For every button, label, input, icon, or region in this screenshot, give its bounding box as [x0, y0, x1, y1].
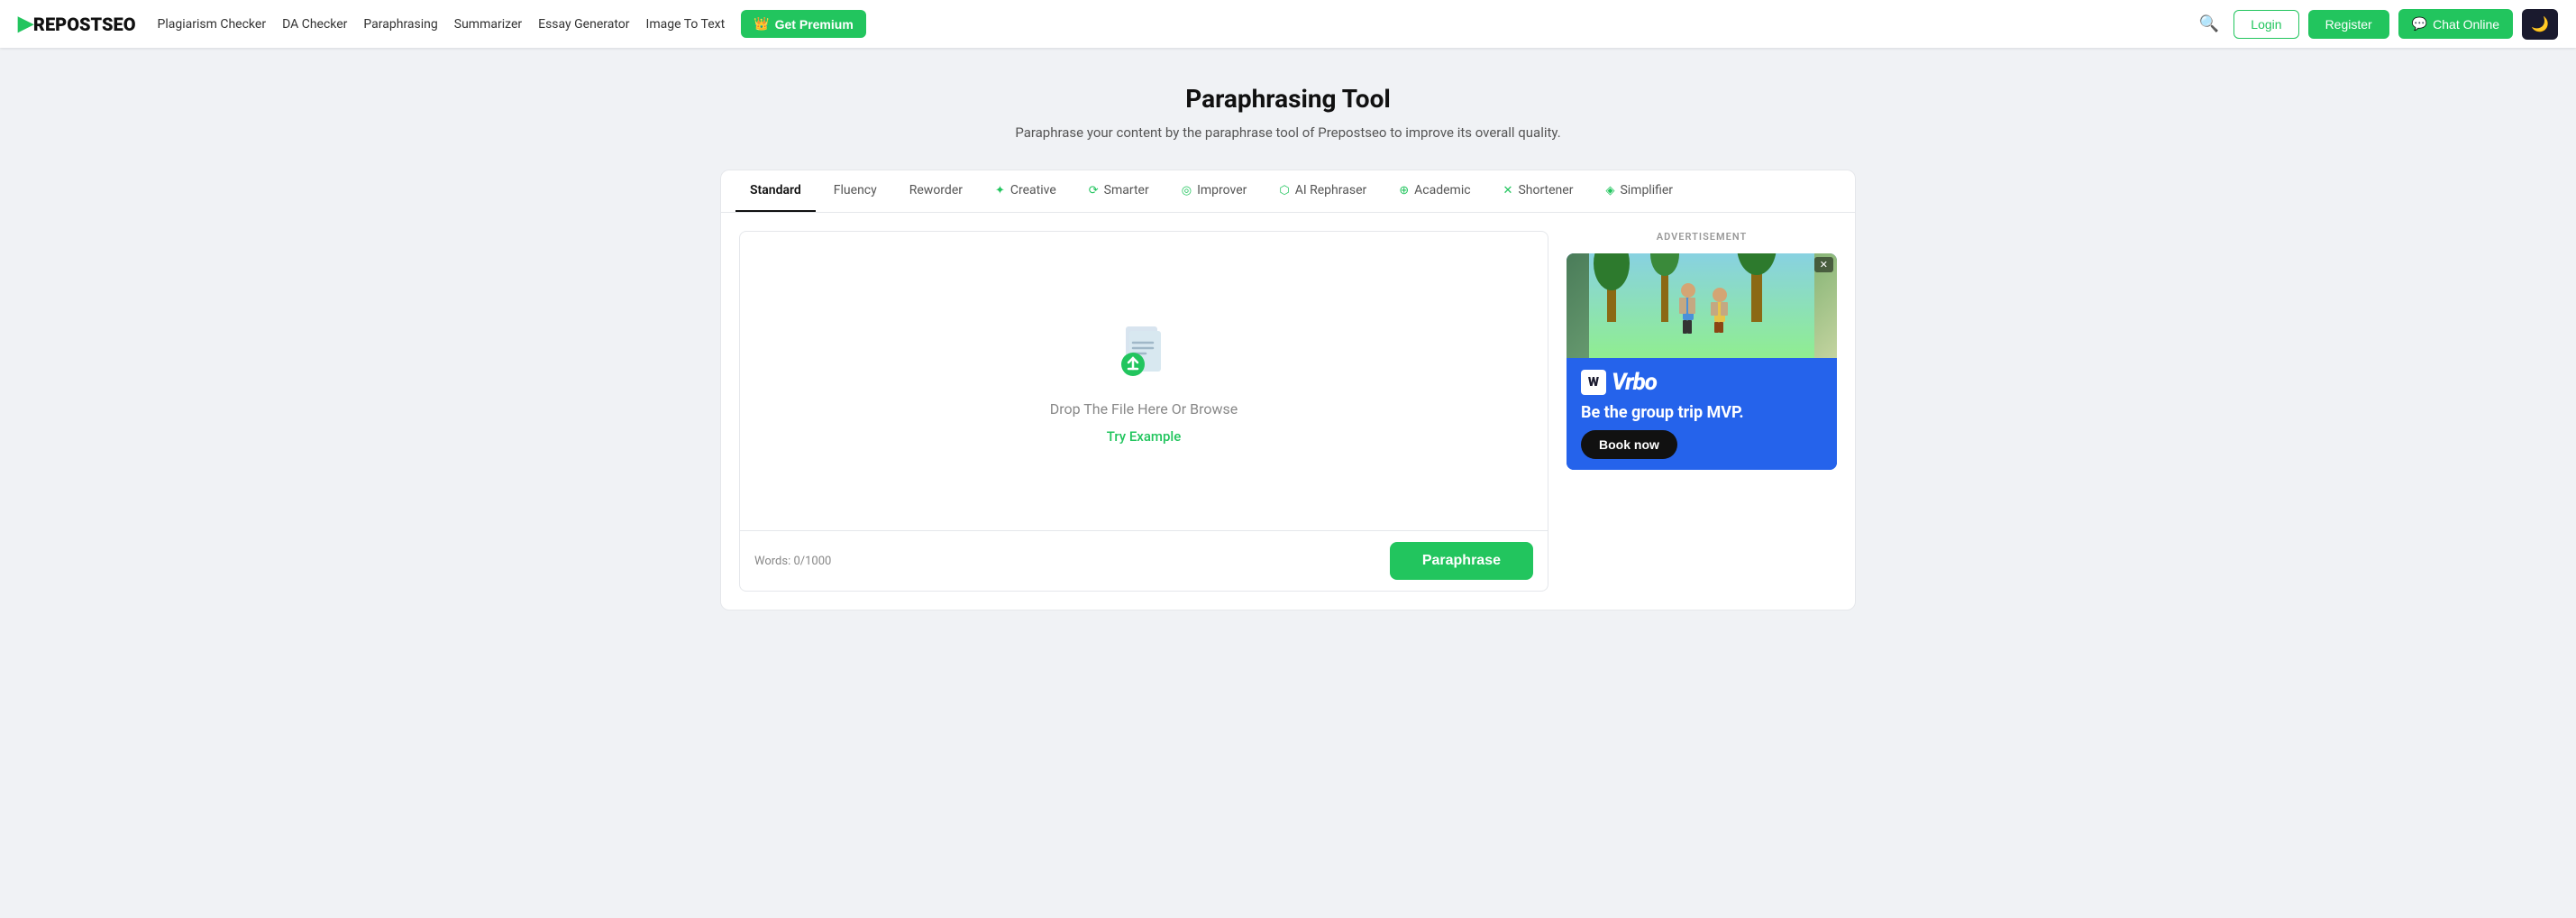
- nav-links: Plagiarism Checker DA Checker Paraphrasi…: [158, 10, 2194, 38]
- search-button[interactable]: 🔍: [2194, 9, 2224, 39]
- page-subtitle: Paraphrase your content by the paraphras…: [720, 124, 1856, 141]
- nav-essay[interactable]: Essay Generator: [538, 17, 629, 32]
- creative-icon: ✦: [995, 184, 1005, 197]
- ad-text-area: W Vrbo Be the group trip MVP. Book now: [1567, 358, 1837, 470]
- tab-fluency-label: Fluency: [834, 183, 877, 197]
- moon-icon: 🌙: [2531, 17, 2549, 32]
- register-button[interactable]: Register: [2308, 10, 2389, 39]
- shortener-icon: ✕: [1503, 184, 1513, 197]
- simplifier-icon: ◈: [1605, 184, 1614, 197]
- search-icon: 🔍: [2199, 14, 2219, 32]
- nav-plagiarism[interactable]: Plagiarism Checker: [158, 17, 267, 32]
- nav-da-checker[interactable]: DA Checker: [282, 17, 347, 32]
- ai-rephraser-icon: ⬡: [1279, 184, 1289, 197]
- tab-smarter-label: Smarter: [1104, 183, 1149, 197]
- drop-text: Drop The File Here Or Browse: [1050, 400, 1238, 418]
- paraphrase-button[interactable]: Paraphrase: [1390, 542, 1533, 580]
- ad-logo-name: Vrbo: [1612, 369, 1657, 396]
- logo-prefix: ▶: [18, 13, 33, 35]
- tab-academic[interactable]: ⊕ Academic: [1384, 170, 1484, 212]
- tab-simplifier[interactable]: ◈ Simplifier: [1591, 170, 1687, 212]
- premium-button[interactable]: 👑 Get Premium: [741, 10, 866, 38]
- ad-photo: ✕: [1567, 253, 1837, 358]
- login-button[interactable]: Login: [2233, 10, 2298, 39]
- tab-simplifier-label: Simplifier: [1620, 183, 1673, 197]
- site-logo[interactable]: ▶ REPOSTSEO: [18, 13, 136, 35]
- ad-photo-bg: [1567, 253, 1837, 358]
- tab-ai-rephraser-label: AI Rephraser: [1295, 183, 1367, 197]
- chat-icon: 💬: [2412, 16, 2427, 32]
- dark-mode-button[interactable]: 🌙: [2522, 9, 2558, 40]
- smarter-icon: ⟳: [1089, 184, 1099, 197]
- tabs-container: Standard Fluency Reworder ✦ Creative ⟳ S…: [720, 170, 1856, 212]
- ad-inner: ✕ W Vrbo Be the group trip MVP. Book now: [1567, 253, 1837, 470]
- ad-label: ADVERTISEMENT: [1567, 231, 1837, 243]
- tab-improver[interactable]: ◎ Improver: [1167, 170, 1262, 212]
- chat-button[interactable]: 💬 Chat Online: [2398, 9, 2513, 39]
- main-container: Paraphrasing Tool Paraphrase your conten…: [702, 48, 1874, 629]
- tab-standard-label: Standard: [750, 183, 801, 197]
- ad-panel: ADVERTISEMENT: [1567, 231, 1837, 592]
- ad-headline: Be the group trip MVP.: [1581, 403, 1822, 423]
- tab-shortener[interactable]: ✕ Shortener: [1489, 170, 1588, 212]
- ad-logo: W Vrbo: [1581, 369, 1822, 396]
- tab-shortener-label: Shortener: [1518, 183, 1573, 197]
- tab-academic-label: Academic: [1414, 183, 1470, 197]
- tab-improver-label: Improver: [1197, 183, 1247, 197]
- crown-icon: 👑: [754, 16, 769, 32]
- panel-footer: Words: 0/1000 Paraphrase: [740, 530, 1548, 591]
- tab-smarter[interactable]: ⟳ Smarter: [1074, 170, 1164, 212]
- ad-photo-svg: [1567, 253, 1837, 358]
- tab-fluency[interactable]: Fluency: [819, 170, 891, 212]
- improver-icon: ◎: [1182, 184, 1192, 197]
- upload-illustration: [1108, 317, 1180, 390]
- ad-close-button[interactable]: ✕: [1814, 257, 1833, 272]
- ad-logo-icon: W: [1581, 370, 1606, 395]
- drop-zone[interactable]: Drop The File Here Or Browse Try Example: [740, 232, 1548, 530]
- academic-icon: ⊕: [1399, 184, 1409, 197]
- input-panel: Drop The File Here Or Browse Try Example…: [739, 231, 1548, 592]
- tab-ai-rephraser[interactable]: ⬡ AI Rephraser: [1265, 170, 1381, 212]
- word-count: Words: 0/1000: [754, 555, 831, 568]
- tab-reworder[interactable]: Reworder: [895, 170, 977, 212]
- try-example-link[interactable]: Try Example: [1107, 428, 1182, 445]
- tab-creative[interactable]: ✦ Creative: [981, 170, 1071, 212]
- page-title: Paraphrasing Tool: [720, 84, 1856, 114]
- nav-paraphrasing[interactable]: Paraphrasing: [363, 17, 437, 32]
- tab-reworder-label: Reworder: [909, 183, 963, 197]
- tab-creative-label: Creative: [1010, 183, 1056, 197]
- tool-area: Drop The File Here Or Browse Try Example…: [720, 212, 1856, 610]
- ad-box: ✕ W Vrbo Be the group trip MVP. Book now: [1567, 253, 1837, 470]
- nav-image-to-text[interactable]: Image To Text: [646, 17, 726, 32]
- nav-summarizer[interactable]: Summarizer: [454, 17, 522, 32]
- logo-text: REPOSTSEO: [33, 14, 136, 35]
- navbar: ▶ REPOSTSEO Plagiarism Checker DA Checke…: [0, 0, 2576, 48]
- ad-book-button[interactable]: Book now: [1581, 430, 1677, 459]
- nav-right: 🔍 Login Register 💬 Chat Online 🌙: [2194, 9, 2558, 40]
- tab-standard[interactable]: Standard: [735, 170, 816, 212]
